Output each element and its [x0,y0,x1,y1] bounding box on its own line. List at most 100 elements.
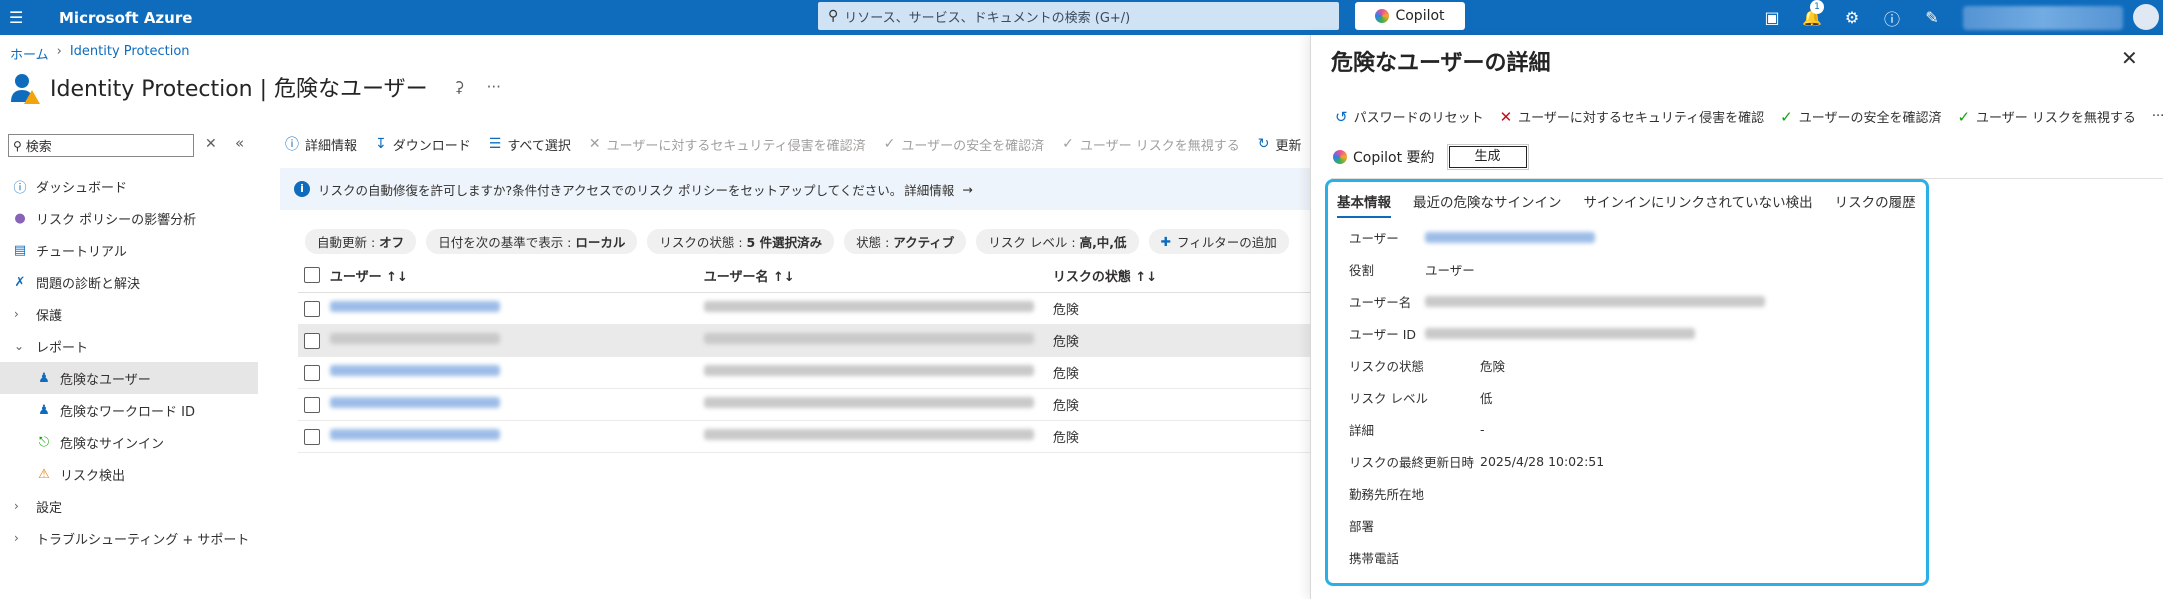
column-header-risk-state[interactable]: リスクの状態 ↑↓ [1053,266,1310,285]
settings-icon[interactable]: ⚙ [1832,8,1872,27]
warning-icon: ⚠ [38,466,50,482]
breadcrumb-current[interactable]: Identity Protection [70,44,190,63]
row-checkbox[interactable] [304,300,320,317]
info-icon: ⓘ [13,180,27,196]
reset-password-button[interactable]: ↺ パスワードのリセット [1335,107,1484,127]
search-icon: ⚲ [13,138,22,153]
close-icon[interactable]: ✕ [2121,46,2138,70]
sidebar-item-settings[interactable]: › 設定 [0,490,258,522]
confirm-compromised-button[interactable]: ✕ ユーザーに対するセキュリティ侵害を確認 [1500,107,1765,127]
table-row[interactable]: 危険 [298,293,1310,325]
page-header: Identity Protection | 危険なユーザー ⚳ ··· [10,70,501,104]
table-header: ユーザー ↑↓ ユーザー名 ↑↓ リスクの状態 ↑↓ [298,258,1310,293]
add-filter-button[interactable]: ✚ フィルターの追加 [1148,229,1289,254]
filter-risk-state[interactable]: リスクの状態 : 5 件選択済み [647,229,835,254]
filter-date-display[interactable]: 日付を次の基準で表示 : ローカル [426,229,638,254]
notifications-icon[interactable]: 🔔 1 [1792,0,1832,27]
table-row[interactable]: 危険 [298,389,1310,421]
refresh-icon: ↻ [1257,136,1270,152]
confirm-compromised-button[interactable]: ✕ ユーザーに対するセキュリティ侵害を確認済 [589,135,866,154]
filter-risk-level[interactable]: リスク レベル : 高,中,低 [976,229,1139,254]
refresh-button[interactable]: ↻ 更新 [1258,135,1302,154]
pin-icon[interactable]: ⚳ [454,78,465,96]
copilot-button[interactable]: Copilot [1355,2,1465,30]
risky-users-table: ユーザー ↑↓ ユーザー名 ↑↓ リスクの状態 ↑↓ 危険 危険 危険 危険 危… [298,258,1310,453]
sidebar-item-dashboard[interactable]: ⓘ ダッシュボード [0,170,258,202]
risky-user-icon: ♟ [38,370,50,386]
info-banner: i リスクの自動修復を許可しますか?条件付きアクセスでのリスク ポリシーをセット… [280,168,1310,210]
tab-unlinked-detections[interactable]: サインインにリンクされていない検出 [1584,191,1813,218]
generate-button[interactable]: 生成 [1446,144,1529,170]
feedback-icon[interactable]: ✎ [1912,8,1952,27]
hamburger-menu-icon[interactable]: ☰ [9,8,29,27]
table-row[interactable]: 危険 [298,325,1310,357]
column-header-user[interactable]: ユーザー ↑↓ [330,266,704,285]
sidebar-item-troubleshooting[interactable]: › トラブルシューティング + サポート [0,522,258,554]
row-checkbox[interactable] [304,396,320,413]
account-info[interactable] [1963,6,2123,30]
tab-basic-info[interactable]: 基本情報 [1337,191,1391,218]
dismiss-risk-button[interactable]: ✓ ユーザー リスクを無視する [1957,107,2135,127]
user-link[interactable] [329,397,500,408]
more-options-icon[interactable]: ··· [2152,109,2163,124]
user-link[interactable] [329,301,500,312]
azure-brand[interactable]: Microsoft Azure [59,9,192,27]
sidebar-item-risky-users[interactable]: ♟ 危険なユーザー [0,362,258,394]
download-icon: ↧ [375,136,387,152]
confirm-safe-button[interactable]: ✓ ユーザーの安全を確認済 [884,135,1044,154]
book-icon: ▤ [13,242,27,258]
dismiss-risk-button[interactable]: ✓ ユーザー リスクを無視する [1062,135,1240,154]
sidebar-item-tutorial[interactable]: ▤ チュートリアル [0,234,258,266]
table-row[interactable]: 危険 [298,357,1310,389]
details-button[interactable]: ⓘ 詳細情報 [285,134,357,154]
tab-recent-risky-signins[interactable]: 最近の危険なサインイン [1413,191,1562,218]
sort-icon: ↑↓ [386,269,408,285]
row-checkbox[interactable] [304,428,320,445]
sidebar-search-input[interactable]: ⚲ 検索 [8,134,194,157]
filter-status[interactable]: 状態 : アクティブ [844,229,967,254]
risk-state-cell: 危険 [1052,431,1079,446]
download-button[interactable]: ↧ ダウンロード [375,135,471,154]
info-icon: i [294,181,310,197]
sidebar-item-reports[interactable]: ⌄ レポート [0,330,258,362]
row-checkbox[interactable] [304,332,320,349]
more-options-icon[interactable]: ··· [487,78,501,96]
global-search-input[interactable]: ⚲ リソース、サービス、ドキュメントの検索 (G+/) [818,2,1339,30]
sidebar-item-risk-detections[interactable]: ⚠ リスク検出 [0,458,258,490]
sidebar-item-risky-workload[interactable]: ♟ 危険なワークロード ID [0,394,258,426]
select-all-checkbox[interactable] [304,267,320,283]
user-link[interactable] [329,365,500,376]
field-mobile: 携帯電話 [1349,550,1400,566]
sidebar-item-risky-signins[interactable]: ⎋ 危険なサインイン [0,426,258,458]
column-header-username[interactable]: ユーザー名 ↑↓ [704,266,1053,285]
tab-risk-history[interactable]: リスクの履歴 [1835,191,1916,218]
sort-icon: ↑↓ [772,269,795,285]
user-value-link[interactable] [1425,231,1595,243]
user-link[interactable] [329,429,500,440]
select-all-button[interactable]: ☰ すべて選択 [489,135,571,154]
sidebar-item-protect[interactable]: › 保護 [0,298,258,330]
sidebar-item-policy-impact[interactable]: ● リスク ポリシーの影響分析 [0,202,258,234]
risky-user-details-panel: 危険なユーザーの詳細 ✕ ↺ パスワードのリセット ✕ ユーザーに対するセキュリティ… [1310,35,2163,599]
row-checkbox[interactable] [304,364,320,381]
arrow-right-icon: → [962,181,973,197]
chevron-right-icon: › [14,499,19,513]
field-last-updated: リスクの最終更新日時 2025/4/28 10:02:51 [1349,453,1605,470]
collapse-sidebar-icon[interactable]: « [235,134,244,152]
help-icon[interactable]: ⓘ [1872,6,1912,30]
check-icon: ✓ [1957,107,1971,126]
info-banner-link[interactable]: 詳細情報 [904,180,954,199]
breadcrumb-home[interactable]: ホーム [10,44,49,63]
filter-auto-refresh[interactable]: 自動更新 : オフ [305,229,417,254]
add-filter-icon: ✚ [1160,234,1172,249]
table-row[interactable]: 危険 [298,421,1310,453]
confirm-safe-button[interactable]: ✓ ユーザーの安全を確認済 [1780,107,1941,127]
user-link[interactable] [329,333,500,344]
risk-state-cell: 危険 [1052,399,1079,414]
avatar[interactable] [2133,4,2159,30]
refresh-icon: ↺ [1335,107,1348,126]
cloud-shell-icon[interactable]: ▣ [1752,8,1792,27]
sidebar-item-diagnose[interactable]: ✗ 問題の診断と解決 [0,266,258,298]
clear-search-icon[interactable]: ✕ [205,136,217,152]
copilot-label: Copilot [1395,8,1445,24]
